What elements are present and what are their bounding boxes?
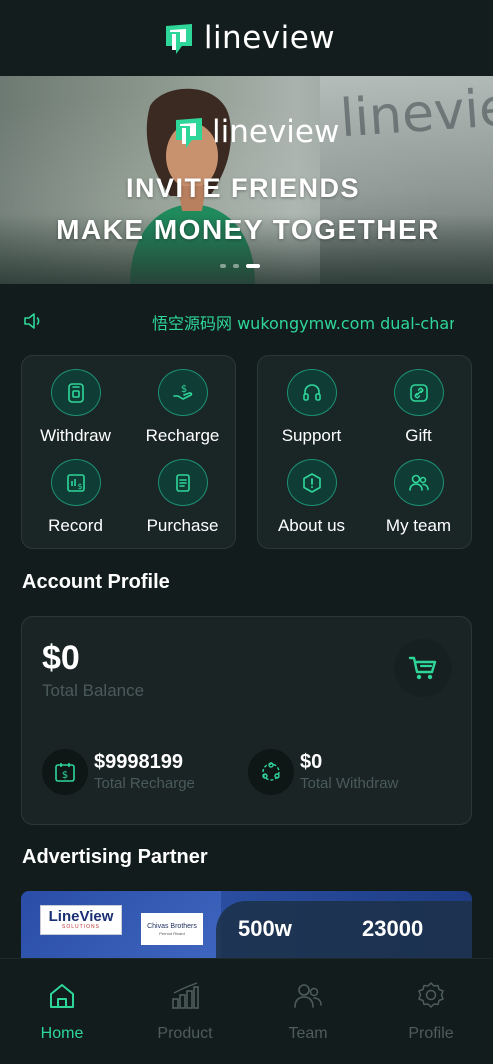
nav-product-label: Product — [157, 1025, 213, 1042]
menu-item-purchase[interactable]: Purchase — [129, 446, 236, 536]
menu-label-withdraw: Withdraw — [40, 426, 111, 445]
network-icon — [262, 762, 280, 781]
total-balance-label: Total Balance — [42, 681, 145, 700]
chart-icon — [172, 982, 199, 1009]
nav-profile-label: Profile — [408, 1025, 454, 1042]
notice-text: 悟空源码网 wukongymw.com dual-char — [152, 314, 454, 333]
menu-item-recharge[interactable]: $ Recharge — [129, 356, 236, 446]
partner-logo1-title: LineView — [48, 908, 114, 925]
recharge-icon: $ — [172, 384, 192, 400]
banner-ghost-logo: lineview — [338, 76, 493, 150]
nav-home[interactable]: Home — [12, 981, 112, 1043]
top-header: lineview — [0, 0, 493, 76]
menu-item-gift[interactable]: Gift — [365, 356, 472, 446]
total-withdraw-label: Total Withdraw — [300, 775, 399, 792]
brand-name: lineview — [203, 20, 336, 56]
headset-icon — [302, 383, 321, 401]
banner-pagination — [220, 264, 260, 268]
account-card: $0 Total Balance $ $9998199 Total Rechar… — [21, 616, 472, 825]
menu-label-purchase: Purchase — [146, 516, 219, 535]
nav-home-label: Home — [40, 1025, 84, 1042]
home-icon — [50, 984, 74, 1008]
total-balance-value: $0 — [42, 639, 80, 677]
svg-text:$: $ — [180, 384, 186, 395]
total-recharge-label: Total Recharge — [94, 775, 195, 792]
partner-logo1-sub: SOLUTIONS — [62, 924, 100, 930]
team-icon — [408, 474, 429, 491]
menu-item-record[interactable]: $ Record — [22, 446, 129, 536]
quick-menu-left: Withdraw $ Recharge $ Record Purchase — [21, 355, 236, 549]
purchase-icon — [175, 473, 190, 492]
banner-headline-2: MAKE MONEY TOGETHER — [56, 214, 440, 245]
chivas-brothers-logo: Chivas Brothers Pernod Ricard — [141, 913, 203, 945]
banner-logo-text: lineview — [212, 114, 340, 150]
account-profile-title: Account Profile — [22, 571, 170, 593]
menu-label-gift: Gift — [405, 426, 432, 445]
menu-label-my-team: My team — [385, 516, 452, 535]
nav-profile[interactable]: Profile — [381, 981, 481, 1043]
banner-logo: lineview — [168, 112, 339, 152]
nav-team-label: Team — [288, 1025, 328, 1042]
quick-menu-right: Support Gift About us My team — [257, 355, 472, 549]
about-icon — [302, 472, 321, 493]
menu-label-about-us: About us — [277, 516, 346, 535]
menu-label-recharge: Recharge — [145, 426, 220, 445]
menu-item-support[interactable]: Support — [258, 356, 365, 446]
banner-dot[interactable] — [220, 264, 226, 268]
lineview-solutions-logo: LineView SOLUTIONS — [40, 905, 122, 935]
partner-stat-2: 23000 — [362, 916, 424, 941]
banner-dot-active[interactable] — [246, 264, 260, 268]
menu-item-withdraw[interactable]: Withdraw — [22, 356, 129, 446]
gift-icon — [409, 383, 428, 402]
speaker-icon — [24, 313, 40, 329]
total-recharge-value: $9998199 — [94, 751, 183, 773]
menu-label-record: Record — [48, 516, 103, 535]
bottom-nav: Home Product Team Profile — [0, 958, 493, 1064]
partner-stat-1: 500w — [238, 916, 292, 941]
app-root: lineview lineview lineview INVITE FRIEND… — [0, 0, 493, 1064]
nav-team[interactable]: Team — [258, 981, 358, 1043]
lineview-logo-icon — [165, 24, 192, 54]
nav-product[interactable]: Product — [135, 981, 235, 1043]
banner-logo-icon — [176, 118, 202, 148]
gear-icon — [418, 982, 444, 1008]
advertising-partner-title: Advertising Partner — [22, 846, 208, 868]
menu-item-about-us[interactable]: About us — [258, 446, 365, 536]
svg-text:$: $ — [62, 770, 68, 781]
calendar-money-icon: $ — [55, 763, 75, 782]
total-recharge-stat: $ $9998199 Total Recharge — [42, 749, 195, 795]
team-icon — [294, 984, 322, 1008]
total-withdraw-stat: $0 Total Withdraw — [248, 749, 398, 795]
svg-text:$: $ — [77, 482, 82, 491]
banner-headline-1: INVITE FRIENDS — [125, 173, 361, 203]
record-icon: $ — [66, 473, 85, 492]
cart-icon — [408, 656, 437, 680]
menu-label-support: Support — [281, 426, 342, 445]
brand-logo: lineview — [158, 18, 335, 58]
partner-logo2-sub: Pernod Ricard — [159, 930, 185, 936]
cart-button[interactable] — [394, 639, 452, 697]
notice-bar: 悟空源码网 wukongymw.com dual-char — [22, 306, 455, 336]
menu-item-my-team[interactable]: My team — [365, 446, 472, 536]
total-withdraw-value: $0 — [300, 751, 323, 773]
promo-banner[interactable]: lineview lineview INVITE FRIENDS MAKE MO… — [0, 76, 493, 284]
withdraw-icon — [67, 382, 84, 403]
banner-dot[interactable] — [233, 264, 239, 268]
partner-logo2-title: Chivas Brothers — [147, 922, 197, 930]
